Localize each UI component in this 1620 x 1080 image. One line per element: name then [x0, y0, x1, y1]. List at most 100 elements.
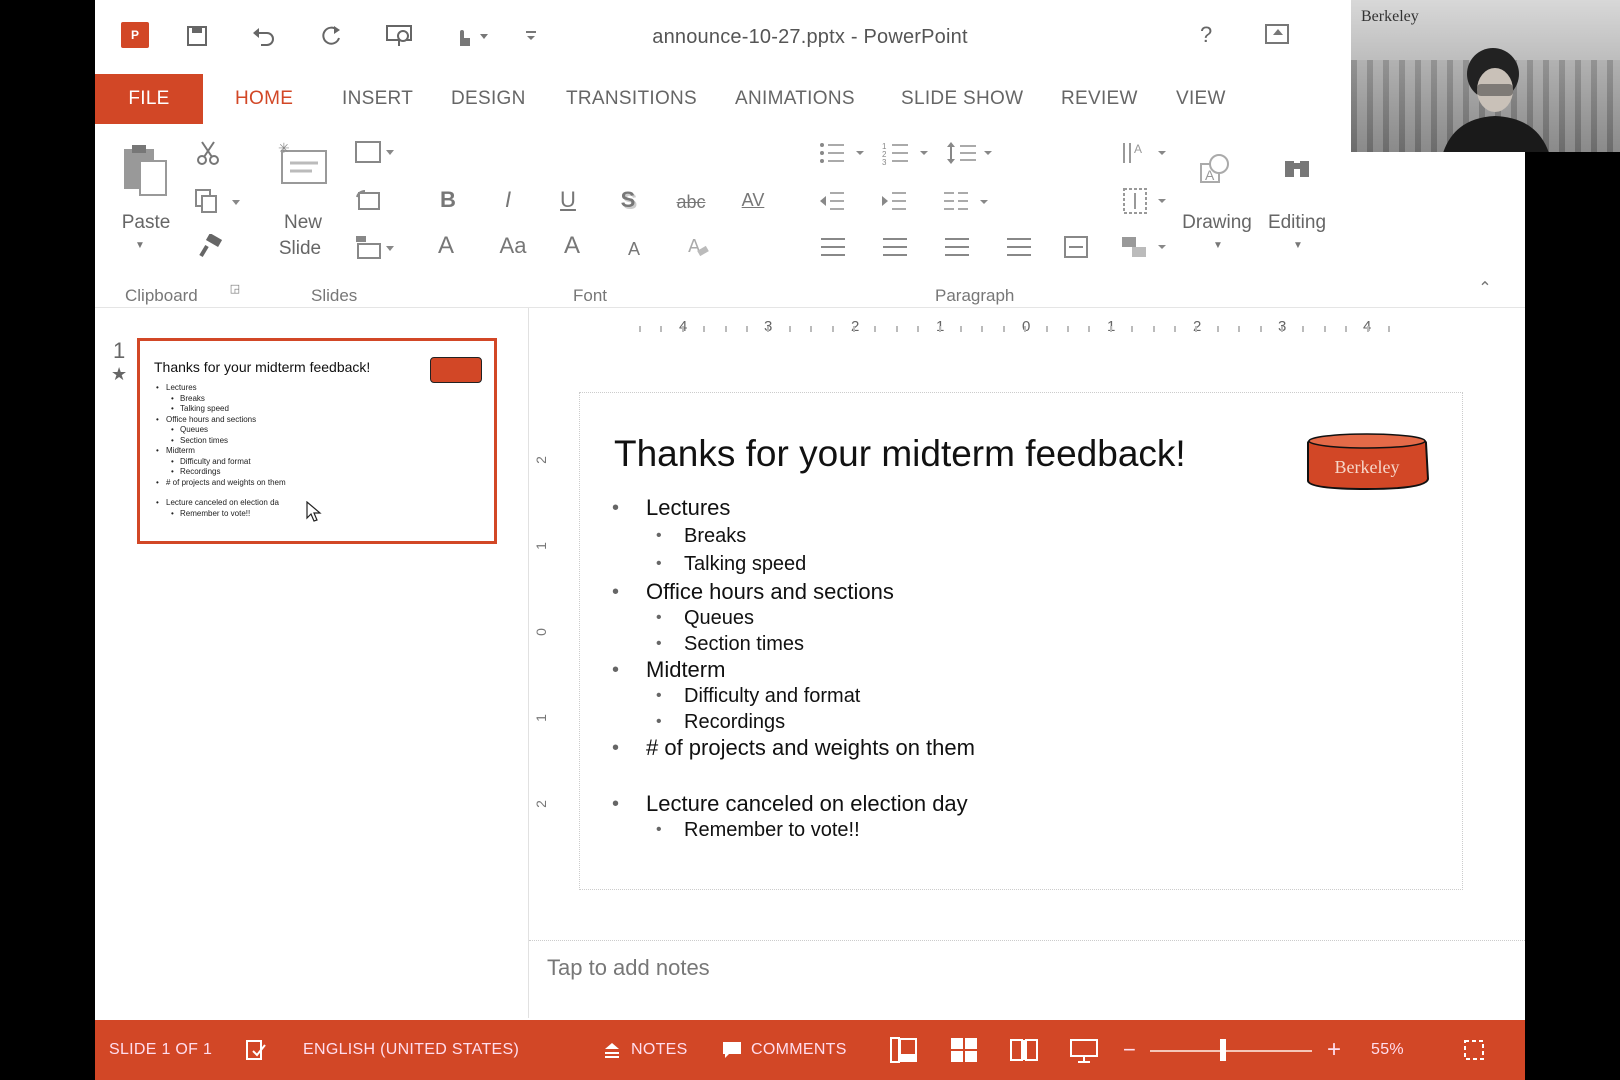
bullets-icon[interactable] [817, 138, 867, 168]
new-slide-button-line2[interactable]: Slide [265, 238, 335, 260]
strikethrough-button[interactable]: abc [669, 186, 713, 218]
notes-icon[interactable] [603, 1020, 625, 1080]
new-slide-button-line1[interactable]: New [271, 212, 335, 234]
font-color-button[interactable]: A [429, 230, 463, 262]
slide-bullet-list[interactable]: Lectures Breaks Talking speed Office hou… [612, 495, 975, 843]
ruler-tick [1174, 326, 1176, 332]
slide-bullet: Section times [612, 631, 975, 657]
paste-icon[interactable] [119, 142, 171, 198]
cut-icon[interactable] [193, 138, 223, 168]
reset-slide-icon[interactable] [353, 186, 383, 216]
slide-thumbnail[interactable]: Thanks for your midterm feedback! Lectur… [137, 338, 497, 544]
zoom-percentage[interactable]: 55% [1371, 1020, 1404, 1080]
tab-view[interactable]: VIEW [1176, 74, 1226, 124]
slide-canvas[interactable]: Thanks for your midterm feedback! Berkel… [579, 392, 1463, 890]
text-shadow-button[interactable]: S [611, 184, 645, 216]
align-center-icon[interactable] [883, 238, 907, 256]
slide-bullet: Breaks [612, 523, 975, 549]
normal-view-icon[interactable] [889, 1020, 923, 1080]
justify-icon[interactable] [1007, 238, 1031, 256]
fit-to-window-icon[interactable] [1463, 1020, 1487, 1080]
align-text-icon[interactable] [1061, 232, 1091, 262]
editing-button[interactable]: Editing [1259, 212, 1335, 234]
align-text-vertical-icon[interactable] [1119, 186, 1169, 216]
ruler-label: 1 [532, 714, 549, 722]
thumbnail-bullet: Section times [154, 436, 286, 447]
new-slide-icon[interactable]: ✳ [275, 140, 331, 190]
increase-font-size-button[interactable]: A [557, 230, 587, 262]
vertical-ruler: 2 1 0 1 2 [532, 390, 557, 890]
slide-bullet: Midterm [612, 657, 975, 683]
section-icon[interactable] [353, 232, 397, 262]
comments-button[interactable]: COMMENTS [751, 1020, 847, 1080]
ruler-tick [724, 326, 727, 332]
decrease-indent-icon[interactable] [817, 186, 847, 216]
underline-button[interactable]: U [551, 184, 585, 216]
zoom-out-button[interactable]: − [1123, 1020, 1136, 1080]
ruler-tick [853, 326, 855, 332]
slide-show-view-icon[interactable] [1069, 1020, 1103, 1080]
format-painter-icon[interactable] [195, 232, 225, 262]
tab-animations[interactable]: ANIMATIONS [735, 74, 855, 124]
slide-title[interactable]: Thanks for your midterm feedback! [614, 433, 1186, 475]
editing-dropdown-chevron-icon[interactable]: ▼ [1291, 238, 1305, 252]
drawing-shapes-icon[interactable]: A [1195, 148, 1235, 188]
text-direction-icon[interactable]: A [1119, 138, 1169, 168]
columns-icon[interactable] [941, 186, 991, 216]
ruler-tick [1281, 326, 1283, 332]
notes-pane[interactable]: Tap to add notes [529, 940, 1525, 1018]
binoculars-icon[interactable] [1279, 150, 1315, 186]
bold-button[interactable]: B [431, 184, 465, 216]
notes-button[interactable]: NOTES [631, 1020, 688, 1080]
tab-file[interactable]: FILE [95, 74, 203, 124]
copy-icon[interactable] [193, 186, 243, 216]
italic-button[interactable]: I [491, 184, 525, 216]
align-right-icon[interactable] [945, 238, 969, 256]
tab-design[interactable]: DESIGN [451, 74, 526, 124]
thumbnail-bullet: Office hours and sections [154, 415, 286, 426]
ruler-tick [1152, 326, 1155, 332]
thumbnail-bullet: # of projects and weights on them [154, 478, 286, 489]
ruler-tick [1024, 326, 1027, 332]
ruler-tick [1109, 326, 1112, 332]
decrease-font-size-button[interactable]: A [619, 234, 649, 264]
line-spacing-icon[interactable] [945, 138, 995, 168]
increase-indent-icon[interactable] [879, 186, 909, 216]
ruler-tick [938, 326, 941, 332]
layout-icon[interactable] [353, 138, 397, 168]
align-left-icon[interactable] [821, 238, 845, 256]
change-case-button[interactable]: Aa [491, 230, 535, 262]
zoom-slider-track[interactable] [1150, 1050, 1312, 1052]
slide-sorter-view-icon[interactable] [949, 1020, 983, 1080]
comments-icon[interactable] [721, 1020, 745, 1080]
clipboard-dialog-launcher-icon[interactable]: ◲ [227, 280, 243, 296]
ruler-label: 0 [532, 628, 549, 636]
tab-slide-show[interactable]: SLIDE SHOW [901, 74, 1023, 124]
group-label-slides: Slides [311, 286, 358, 305]
zoom-in-button[interactable]: + [1327, 1020, 1341, 1080]
numbering-icon[interactable]: 123 [881, 138, 931, 168]
reading-view-icon[interactable] [1009, 1020, 1043, 1080]
zoom-slider-thumb[interactable] [1220, 1039, 1226, 1061]
smartart-icon[interactable] [1119, 232, 1169, 262]
help-button[interactable]: ? [1200, 22, 1212, 48]
tab-insert[interactable]: INSERT [342, 74, 413, 124]
drawing-button[interactable]: Drawing [1179, 212, 1255, 234]
tab-home[interactable]: HOME [235, 74, 293, 124]
ruler-tick [1195, 326, 1198, 332]
clear-formatting-icon[interactable]: A [683, 232, 717, 262]
spelling-check-icon[interactable] [245, 1020, 269, 1080]
ruler-label: 2 [532, 456, 549, 464]
tab-transitions[interactable]: TRANSITIONS [566, 74, 697, 124]
language-status[interactable]: ENGLISH (UNITED STATES) [303, 1020, 519, 1080]
drawing-dropdown-chevron-icon[interactable]: ▼ [1211, 238, 1225, 252]
character-spacing-button[interactable]: AV [731, 184, 775, 216]
thumbnail-bullet: Remember to vote!! [154, 509, 286, 520]
ruler-tick [1259, 326, 1262, 332]
collapse-ribbon-chevron-icon[interactable]: ⌃ [1475, 278, 1495, 298]
paste-dropdown-chevron-icon[interactable]: ▼ [133, 238, 147, 252]
paste-button[interactable]: Paste [117, 212, 175, 234]
ruler-tick [1323, 326, 1326, 332]
ribbon-display-options-icon[interactable] [1265, 24, 1289, 44]
tab-review[interactable]: REVIEW [1061, 74, 1138, 124]
